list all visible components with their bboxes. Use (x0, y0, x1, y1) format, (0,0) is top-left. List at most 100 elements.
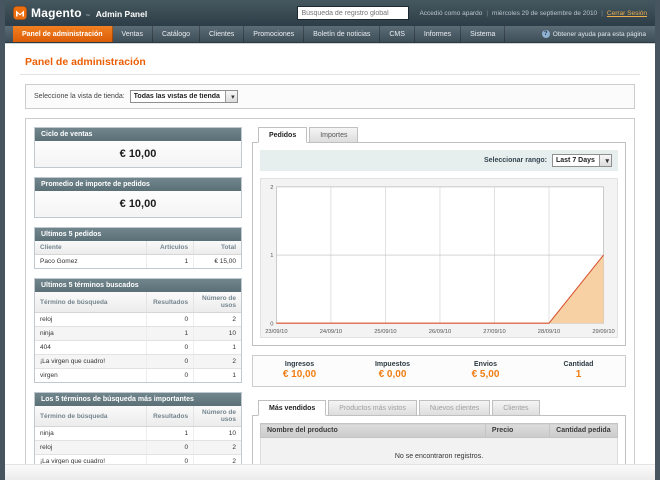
nav-item-cms[interactable]: CMS (380, 26, 415, 42)
nav-item-sistema[interactable]: Sistema (461, 26, 505, 42)
store-switcher: Seleccione la vista de tienda: Todas las… (25, 84, 635, 109)
footer-space (5, 464, 655, 480)
cell-term: ninja (35, 427, 146, 441)
cell-results: 1 (146, 427, 193, 441)
column-header: Número de usos (194, 292, 241, 313)
sales-chart: 01223/09/1024/09/1025/09/1026/09/1027/09… (260, 178, 618, 338)
window-frame: Magento™ Admin Panel Accedió como apardo… (0, 0, 660, 480)
lifetime-sales-title: Ciclo de ventas (35, 128, 241, 141)
header-separator: | (486, 10, 488, 17)
logout-link[interactable]: Cerrar Sesión (607, 10, 647, 17)
svg-text:1: 1 (270, 253, 273, 259)
average-orders-title: Promedio de importe de pedidos (35, 178, 241, 191)
lifetime-sales-value: € 10,00 (35, 141, 241, 167)
table-row[interactable]: Paco Gomez 1 € 15,00 (35, 255, 241, 269)
cell-uses: 10 (194, 327, 241, 341)
page-title: Panel de administración (20, 52, 640, 75)
empty-row: No se encontraron registros. (261, 438, 618, 465)
cell-term: ¡La virgen que cuadro! (35, 455, 146, 465)
cell-uses: 1 (194, 341, 241, 355)
cell-uses: 2 (194, 313, 241, 327)
store-view-select[interactable]: Todas las vistas de tienda (130, 90, 238, 103)
tab-pedidos[interactable]: Pedidos (258, 127, 307, 143)
tab-mas-vendidos[interactable]: Más vendidos (258, 400, 326, 416)
cell-uses: 2 (194, 355, 241, 369)
cell-term: 404 (35, 341, 146, 355)
help-icon: ? (542, 30, 550, 38)
cell-term: ¡La virgen que cuadro! (35, 355, 146, 369)
table-row[interactable]: virgen 0 1 (35, 369, 241, 383)
table-row[interactable]: 404 0 1 (35, 341, 241, 355)
column-header: Cantidad pedida (550, 424, 618, 438)
help-link[interactable]: Obtener ayuda para esta página (553, 31, 646, 38)
dashboard-container: Ciclo de ventas € 10,00 Promedio de impo… (25, 118, 635, 464)
dashboard-right-column: Pedidos Importes Seleccionar rango: Last… (252, 127, 626, 464)
range-select[interactable]: Last 7 Days (552, 154, 612, 167)
column-header: Resultados (146, 406, 193, 427)
cell-results: 0 (146, 441, 193, 455)
nav-item-clientes[interactable]: Clientes (200, 26, 244, 42)
average-orders-box: Promedio de importe de pedidos € 10,00 (34, 177, 242, 218)
stat-impuestos: Impuestos € 0,00 (346, 361, 439, 380)
orders-tab-content: Seleccionar rango: Last 7 Days 01223/09/… (252, 142, 626, 346)
chart-tabs: Pedidos Importes (252, 127, 626, 142)
tab-nuevos-clientes[interactable]: Nuevos clientes (419, 400, 490, 416)
svg-text:26/09/10: 26/09/10 (429, 329, 452, 335)
table-row[interactable]: ¡La virgen que cuadro! 0 2 (35, 355, 241, 369)
column-header: Resultados (146, 292, 193, 313)
nav-item-dashboard[interactable]: Panel de administración (13, 26, 113, 42)
top-search-terms-title: Los 5 términos de búsqueda más important… (35, 393, 241, 406)
logo: Magento™ Admin Panel (13, 6, 147, 20)
cell-term: reloj (35, 441, 146, 455)
table-row[interactable]: ninja 1 10 (35, 327, 241, 341)
last-search-terms-box: Ultimos 5 términos buscados Término de b… (34, 278, 242, 383)
cell-uses: 2 (194, 441, 241, 455)
column-header: Número de usos (194, 406, 241, 427)
tab-importes[interactable]: Importes (309, 127, 358, 143)
nav-item-boletin[interactable]: Boletín de noticias (304, 26, 380, 42)
products-table: Nombre del producto Precio Cantidad pedi… (260, 423, 618, 464)
tab-productos-mas-vistos[interactable]: Productos más vistos (328, 400, 417, 416)
table-row[interactable]: ninja 1 10 (35, 427, 241, 441)
cell-results: 0 (146, 369, 193, 383)
column-header: Precio (485, 424, 549, 438)
last-search-terms-title: Ultimos 5 términos buscados (35, 279, 241, 292)
column-header: Término de búsqueda (35, 292, 146, 313)
column-header: Articulos (146, 241, 193, 255)
cell-results: 0 (146, 341, 193, 355)
last-orders-title: Ultimos 5 pedidos (35, 228, 241, 241)
svg-text:29/09/10: 29/09/10 (592, 329, 615, 335)
tab-clientes[interactable]: Clientes (492, 400, 539, 416)
stat-value: € 10,00 (253, 369, 346, 380)
nav-help: ? Obtener ayuda para esta página (542, 26, 655, 42)
cell-uses: 10 (194, 427, 241, 441)
cell-customer: Paco Gomez (35, 255, 146, 269)
cell-results: 0 (146, 313, 193, 327)
global-search-input[interactable] (297, 6, 409, 20)
nav-item-catalogo[interactable]: Catálogo (153, 26, 200, 42)
stat-label: Envios (439, 361, 532, 368)
column-header: Término de búsqueda (35, 406, 146, 427)
table-row[interactable]: reloj 0 2 (35, 313, 241, 327)
stat-ingresos: Ingresos € 10,00 (253, 361, 346, 380)
cell-total: € 15,00 (194, 255, 241, 269)
nav-item-ventas[interactable]: Ventas (113, 26, 153, 42)
svg-text:24/09/10: 24/09/10 (320, 329, 343, 335)
cell-term: virgen (35, 369, 146, 383)
store-view-label: Seleccione la vista de tienda: (34, 93, 125, 100)
dashboard-left-column: Ciclo de ventas € 10,00 Promedio de impo… (34, 127, 242, 464)
svg-text:2: 2 (270, 185, 273, 191)
stat-value: 1 (532, 369, 625, 380)
stat-cantidad: Cantidad 1 (532, 361, 625, 380)
nav-item-informes[interactable]: Informes (415, 26, 461, 42)
header-user-info: Accedió como apardo | miércoles 29 de se… (419, 10, 647, 17)
table-row[interactable]: ¡La virgen que cuadro! 0 2 (35, 455, 241, 465)
range-select-wrap: Last 7 Days (552, 154, 612, 167)
top-search-terms-table: Término de búsqueda Resultados Número de… (35, 406, 241, 464)
last-orders-table: Cliente Articulos Total Paco Gomez 1 € 1… (35, 241, 241, 268)
svg-text:0: 0 (270, 321, 274, 327)
table-row[interactable]: reloj 0 2 (35, 441, 241, 455)
sales-chart-svg: 01223/09/1024/09/1025/09/1026/09/1027/09… (260, 178, 618, 338)
nav-item-promociones[interactable]: Promociones (244, 26, 304, 42)
svg-text:27/09/10: 27/09/10 (483, 329, 506, 335)
